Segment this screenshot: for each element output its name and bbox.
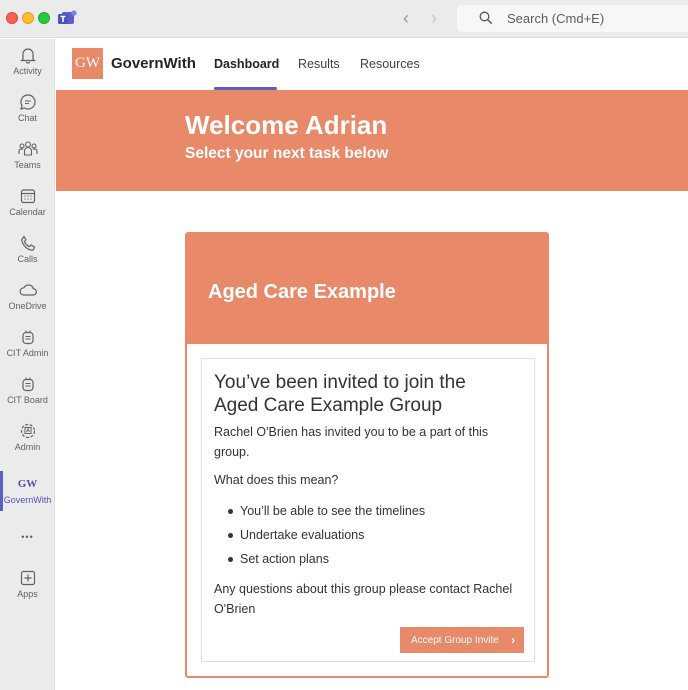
rail-item-admin[interactable]: Admin	[0, 422, 55, 466]
card-header: Aged Care Example	[187, 234, 547, 344]
rail-label: OneDrive	[8, 301, 47, 311]
cloud-icon	[19, 284, 37, 296]
search-placeholder: Search (Cmd+E)	[507, 11, 605, 26]
governwith-logo: GW	[72, 48, 103, 79]
tab-results[interactable]: Results	[298, 57, 340, 71]
rail-item-governwith[interactable]: GW GovernWith	[0, 475, 55, 519]
rail-label: Chat	[17, 113, 37, 123]
add-apps-icon	[20, 570, 35, 586]
minimize-window-button[interactable]	[22, 12, 34, 24]
teams-logo-icon	[58, 10, 77, 24]
list-item: You’ll be able to see the timelines	[214, 499, 514, 523]
rail-item-onedrive[interactable]: OneDrive	[0, 281, 55, 325]
forward-button[interactable]: ›	[431, 9, 437, 27]
bell-icon	[19, 48, 36, 64]
search-input[interactable]: Search (Cmd+E)	[457, 5, 688, 32]
contact-text: Any questions about this group please co…	[214, 582, 513, 616]
rail-label: GovernWith	[3, 495, 52, 505]
list-item: Set action plans	[214, 547, 514, 571]
tab-dashboard[interactable]: Dashboard	[214, 57, 279, 71]
zoom-window-button[interactable]	[38, 12, 50, 24]
question-text: What does this mean?	[214, 473, 339, 487]
back-button[interactable]: ‹	[403, 9, 409, 27]
rail-label: Teams	[14, 160, 41, 170]
welcome-title: Welcome Adrian	[185, 110, 388, 140]
rail-label: Calendar	[9, 207, 46, 217]
chevron-right-icon: ›	[511, 633, 515, 647]
app-header: GW GovernWith Dashboard Results Resource…	[56, 39, 688, 90]
close-window-button[interactable]	[6, 12, 18, 24]
rail-item-cit-admin[interactable]: CIT Admin	[0, 328, 55, 372]
welcome-banner: Welcome Adrian Select your next task bel…	[56, 90, 688, 191]
title-bar: ‹ › Search (Cmd+E)	[0, 0, 688, 38]
more-icon: •••	[21, 532, 34, 542]
group-card: Aged Care Example You’ve been invited to…	[185, 232, 549, 678]
rail-label: Calls	[17, 254, 38, 264]
rail-item-calendar[interactable]: Calendar	[0, 187, 55, 231]
invite-heading: You’ve been invited to join the Aged Car…	[214, 372, 466, 416]
left-rail: Activity Chat Teams Calendar Calls OneDr…	[0, 39, 55, 690]
rail-item-teams[interactable]: Teams	[0, 140, 55, 184]
rail-label: Activity	[13, 66, 42, 76]
invite-panel: You’ve been invited to join the Aged Car…	[201, 358, 535, 662]
app-name: GovernWith	[111, 55, 196, 72]
governwith-icon: GW	[17, 478, 38, 490]
list-item: Undertake evaluations	[214, 523, 514, 547]
app-icon	[21, 330, 34, 345]
app-icon	[21, 377, 34, 392]
accept-group-invite-button[interactable]: Accept Group Invite ›	[400, 627, 524, 653]
rail-item-calls[interactable]: Calls	[0, 234, 55, 278]
admin-icon	[20, 423, 35, 439]
benefits-list: You’ll be able to see the timelines Unde…	[214, 499, 514, 571]
tab-resources[interactable]: Resources	[360, 57, 420, 71]
search-icon	[479, 11, 493, 25]
rail-label: Admin	[14, 442, 41, 452]
phone-icon	[20, 235, 35, 251]
card-title: Aged Care Example	[208, 281, 396, 303]
rail-item-apps[interactable]: Apps	[0, 569, 55, 613]
chat-icon	[19, 94, 36, 110]
rail-label: CIT Admin	[6, 348, 49, 358]
rail-label: Apps	[17, 589, 38, 599]
rail-item-cit-board[interactable]: CIT Board	[0, 375, 55, 419]
button-label: Accept Group Invite	[411, 634, 499, 646]
welcome-subtitle: Select your next task below	[185, 145, 389, 162]
rail-item-activity[interactable]: Activity	[0, 46, 55, 90]
rail-label: CIT Board	[7, 395, 48, 405]
calendar-icon	[20, 189, 35, 204]
rail-item-chat[interactable]: Chat	[0, 93, 55, 137]
teams-icon	[17, 141, 38, 156]
rail-item-more[interactable]: •••	[0, 527, 55, 547]
invited-by-text: Rachel O'Brien has invited you to be a p…	[214, 425, 489, 459]
